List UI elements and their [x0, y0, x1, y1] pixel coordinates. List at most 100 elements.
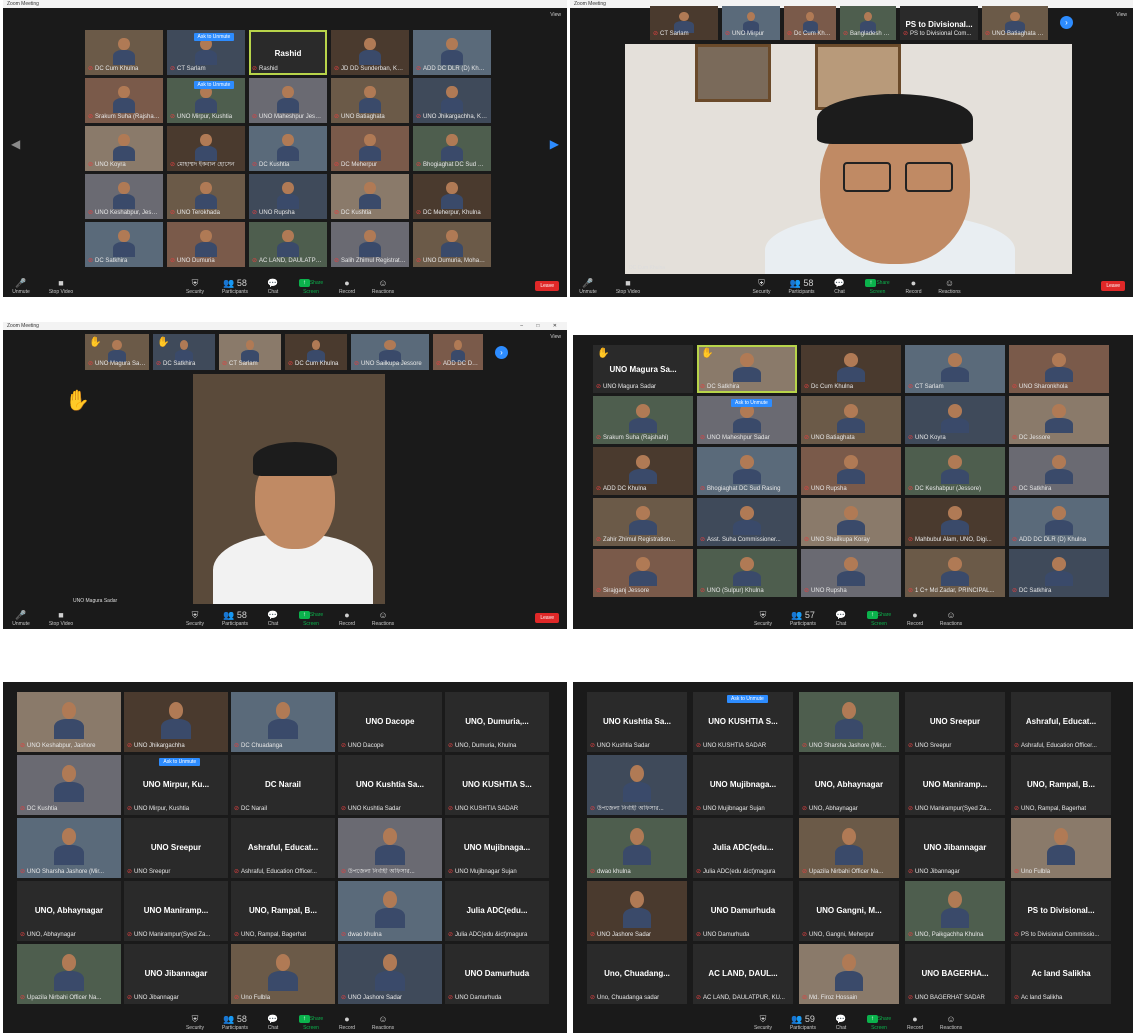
participant-tile[interactable]: UNO Sreepur ⊘ UNO Sreepur — [905, 692, 1005, 752]
chat-button[interactable]: 💬 Chat — [821, 610, 861, 627]
participant-tile[interactable]: UNO KUSHTIA S... Ask to Unmute ⊘ UNO KUSHTI… — [693, 692, 793, 752]
participant-tile[interactable]: ⊘Bhogiaghat DC Sud Rasing — [413, 126, 491, 171]
reactions-button[interactable]: ☺ Reactions — [363, 1014, 403, 1031]
participant-tile[interactable]: ⊘ Salih Zhimul Registration... — [331, 222, 409, 267]
security-button[interactable]: ⛨ Security — [175, 1014, 215, 1031]
reactions-button[interactable]: ☺ Reactions — [363, 610, 403, 627]
participant-tile[interactable]: ✋ ⊘ DC Satkhira — [697, 345, 797, 393]
participant-tile[interactable]: ⊘ UNO Sailkupa Jessore — [351, 334, 429, 370]
ask-to-unmute-button[interactable]: Ask to Unmute — [727, 695, 768, 703]
share-screen-button[interactable]: ↑ Share Screen — [859, 1015, 899, 1031]
record-button[interactable]: ● Record — [895, 1014, 935, 1031]
participant-tile[interactable]: UNO Gangni, M... ⊘ UNO, Gangni, Meherpur — [799, 881, 899, 941]
participant-tile[interactable]: ⊘ DC Keshabpur (Jessore) — [905, 447, 1005, 495]
participant-tile[interactable]: Ac land Salikha ⊘ Ac land Salikha — [1011, 944, 1111, 1004]
participant-tile[interactable]: ⊘ Mahbubul Alam, UNO, Digi... — [905, 498, 1005, 546]
participants-button[interactable]: 👥 58 Participants — [215, 278, 255, 295]
participant-tile[interactable]: ⊘UNO Jhikargachha, Khulna — [413, 78, 491, 123]
participant-tile[interactable]: PS to Divisional... ⊘ PS to Divisional Com… — [1011, 881, 1111, 941]
participant-tile[interactable]: ⊘ Zahir Zhimul Registration... — [593, 498, 693, 546]
participant-tile[interactable]: UNO, Rampal, B... ⊘ UNO, Rampal, Bagerhat — [1011, 755, 1111, 815]
stop-video-button[interactable]: ■ Stop Video — [608, 278, 648, 295]
chat-button[interactable]: 💬 Chat — [253, 610, 293, 627]
participant-tile[interactable]: ⊘ UNO Koyra — [905, 396, 1005, 444]
participant-tile[interactable]: ⊘UNO Dumuria, Mohammd... — [413, 222, 491, 267]
participant-tile[interactable]: ⊘ UNO Rupsha — [801, 549, 901, 597]
reactions-button[interactable]: ☺ Reactions — [931, 610, 971, 627]
participants-button[interactable]: 👥 59 Participants — [783, 1014, 823, 1031]
participant-tile[interactable]: Ashraful, Educat... ⊘ Ashraful, Education … — [1011, 692, 1111, 752]
participant-tile[interactable]: ⊘UNO Batiaghata Jessore — [982, 6, 1048, 40]
participant-tile[interactable]: ⊘AC LAND, DAULATPUR, KU... — [249, 222, 327, 267]
ask-to-unmute-button[interactable]: Ask to Unmute — [193, 33, 235, 41]
participant-tile[interactable]: Ask to Unmute ⊘ UNO Mirpur, Kushtia — [167, 78, 245, 123]
participant-tile[interactable]: UNO Maniramp... ⊘ UNO Manirampur(Syed Za..… — [124, 881, 228, 941]
security-button[interactable]: ⛨ Security — [743, 1014, 783, 1031]
participant-tile[interactable]: UNO Dacope ⊘ UNO Dacope — [338, 692, 442, 752]
participant-tile[interactable]: ⊘ Uno Fulbla — [1011, 818, 1111, 878]
participant-tile[interactable]: ⊘ DC Meherpur, Khulna — [413, 174, 491, 219]
participant-tile[interactable]: ⊘ Uno Fulbla — [231, 944, 335, 1004]
participant-tile[interactable]: ⊘ DC Chuadanga — [231, 692, 335, 752]
participant-tile[interactable]: ⊘ UNO Keshabpur, Jessore — [85, 174, 163, 219]
stop-video-button[interactable]: ■ Stop Video — [41, 278, 81, 295]
record-button[interactable]: ● Record — [327, 1014, 367, 1031]
chat-button[interactable]: 💬 Chat — [253, 278, 293, 295]
participant-tile[interactable]: UNO Jibannagar ⊘ UNO Jibannagar — [124, 944, 228, 1004]
participant-tile[interactable]: ⊘ UNO Jhikargachha — [124, 692, 228, 752]
participants-button[interactable]: 👥 57 Participants — [783, 610, 823, 627]
leave-button[interactable]: Leave — [535, 613, 559, 623]
share-screen-button[interactable]: ↑ Share Screen — [291, 611, 331, 627]
participant-tile[interactable]: Julia ADC(edu... ⊘ Julia ADC(edu &ict)magu… — [693, 818, 793, 878]
record-button[interactable]: ● Record — [327, 610, 367, 627]
participant-tile[interactable]: ⊘ DC Jessore — [1009, 396, 1109, 444]
participants-button[interactable]: 👥 58 Participants — [215, 610, 255, 627]
participant-tile[interactable]: ⊘ JD DD Sunderban, Khulna — [331, 30, 409, 75]
leave-button[interactable]: Leave — [1101, 281, 1125, 291]
participant-tile[interactable]: ⊘ উপজেলা নির্বাহী অফিসার... — [587, 755, 687, 815]
participant-tile[interactable]: ⊘ DC Cum Khulna — [85, 30, 163, 75]
participant-tile[interactable]: ⊘ DC Satkhira — [1009, 549, 1109, 597]
participant-tile[interactable]: ⊘ Dc Cum Khulna — [801, 345, 901, 393]
participant-tile[interactable]: ⊘ ADD DC Khulna — [593, 447, 693, 495]
participant-tile[interactable]: ⊘Bhogiaghat DC Sud Rasing — [697, 447, 797, 495]
reactions-button[interactable]: ☺ Reactions — [363, 278, 403, 295]
participant-tile[interactable]: UNO, Abhaynagar ⊘ UNO, Abhaynagar — [17, 881, 121, 941]
participant-tile[interactable]: ✋ ⊘ DC Satkhira — [153, 334, 215, 370]
unmute-button[interactable]: 🎤 Unmute — [3, 278, 41, 295]
ask-to-unmute-button[interactable]: Ask to Unmute — [159, 758, 201, 766]
participant-tile[interactable]: UNO, Rampal, B... ⊘ UNO, Rampal, Bagerhat — [231, 881, 335, 941]
participant-tile[interactable]: ⊘ DC Kushtia — [249, 126, 327, 171]
view-button[interactable]: View — [550, 334, 561, 340]
participant-tile[interactable]: UNO KUSHTIA S... ⊘ UNO KUSHTIA SADAR — [445, 755, 549, 815]
participant-tile[interactable]: UNO Kushtia Sa... ⊘ UNO Kushtia Sadar — [587, 692, 687, 752]
participant-tile[interactable]: ⊘ CT Sarlam — [219, 334, 281, 370]
participant-tile[interactable]: Uno, Chuadang... ⊘ Uno, Chuadanga sadar — [587, 944, 687, 1004]
participant-tile[interactable]: ⊘ UNO Sharsha Jashore (Mir... — [17, 818, 121, 878]
participant-tile[interactable]: ⊘ Asst. Suha Commissioner... — [697, 498, 797, 546]
participant-tile[interactable]: ⊘ UNO Shailkupa Koray — [801, 498, 901, 546]
participant-tile[interactable]: UNO, Abhaynagar ⊘ UNO, Abhaynagar — [799, 755, 899, 815]
unmute-button[interactable]: 🎤 Unmute — [570, 278, 608, 295]
participant-tile[interactable]: ⊘ DC Satkhira — [1009, 447, 1109, 495]
record-button[interactable]: ● Record — [327, 278, 367, 295]
chat-button[interactable]: 💬 Chat — [253, 1014, 293, 1031]
participant-tile[interactable]: ⊘ UNO Rupsha — [249, 174, 327, 219]
participant-tile[interactable]: ⊘ UNO Dumuria — [167, 222, 245, 267]
participant-tile[interactable]: ⊘ মোহাম্মদ ইকবাল হোসেন — [167, 126, 245, 171]
participant-tile[interactable]: UNO Kushtia Sa... ⊘ UNO Kushtia Sadar — [338, 755, 442, 815]
window-controls[interactable]: – □ ✕ — [520, 322, 563, 330]
strip-next-icon[interactable]: › — [1060, 16, 1073, 29]
participant-tile[interactable]: ⊘ DC Cum Khulna — [285, 334, 347, 370]
participant-tile[interactable]: UNO Mujibnaga... ⊘ UNO Mujibnagar Sujan — [693, 755, 793, 815]
participant-tile[interactable]: ⊘ UNO Jashore Sadar — [338, 944, 442, 1004]
participant-tile[interactable]: ⊘ UNO Keshabpur, Jashore — [17, 692, 121, 752]
security-button[interactable]: ⛨ Security — [742, 278, 782, 295]
participant-tile[interactable]: ⊘ UNO Koyra — [85, 126, 163, 171]
participant-tile[interactable]: ⊘ dwao khulna — [338, 881, 442, 941]
participant-tile[interactable]: Ashraful, Educat... ⊘ Ashraful, Education … — [231, 818, 335, 878]
participant-tile[interactable]: ⊘ UNO Rupsha — [801, 447, 901, 495]
participant-tile[interactable]: ⊘ dwao khulna — [587, 818, 687, 878]
participants-button[interactable]: 👥 58 Participants — [215, 1014, 255, 1031]
chat-button[interactable]: 💬 Chat — [820, 278, 860, 295]
